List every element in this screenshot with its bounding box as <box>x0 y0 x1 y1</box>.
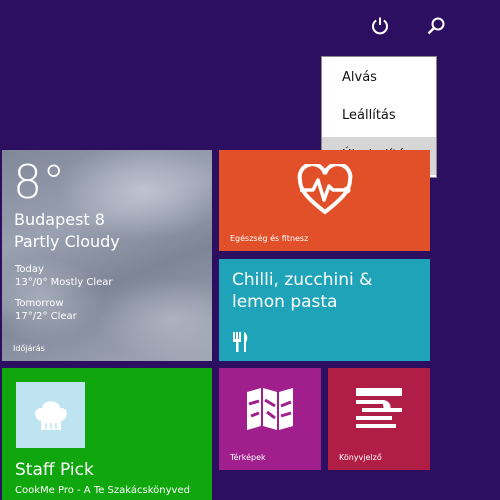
staff-pick-title: Staff Pick <box>15 460 94 480</box>
chef-hat-icon <box>34 401 67 430</box>
health-tile-name: Egészség és fitnesz <box>230 234 309 243</box>
weather-today-forecast: 13°/0° Mostly Clear <box>15 277 113 288</box>
menu-item-shutdown[interactable]: Leállítás <box>322 97 436 135</box>
search-button[interactable] <box>422 12 450 40</box>
chef-hat-image <box>16 382 85 448</box>
weather-today-label: Today <box>15 264 44 275</box>
weather-tile-name: Időjárás <box>13 344 45 353</box>
maps-tile[interactable]: Térképek <box>219 368 321 470</box>
recipe-title: Chilli, zucchini & lemon pasta <box>232 270 373 312</box>
menu-item-sleep[interactable]: Alvás <box>322 59 436 97</box>
recipe-tile[interactable]: Chilli, zucchini & lemon pasta <box>219 259 430 361</box>
power-button[interactable] <box>366 12 394 40</box>
bookmark-tile-name: Könyvjelző <box>339 453 382 462</box>
maps-tile-name: Térképek <box>230 453 266 462</box>
weather-condition: Partly Cloudy <box>14 232 120 251</box>
weather-tile[interactable]: 8° Budapest 8 Partly Cloudy Today 13°/0°… <box>2 150 212 361</box>
heart-pulse-icon <box>297 164 353 215</box>
bookmark-tile[interactable]: Könyvjelző <box>328 368 430 470</box>
map-icon <box>247 388 293 430</box>
staff-pick-tile[interactable]: Staff Pick CookMe Pro - A Te Szakácsköny… <box>2 368 212 500</box>
weather-city: Budapest 8 <box>14 210 105 229</box>
health-fitness-tile[interactable]: Egészség és fitnesz <box>219 150 430 251</box>
staff-pick-subtitle: CookMe Pro - A Te Szakácskönyved <box>15 485 190 496</box>
weather-tomorrow-forecast: 17°/2° Clear <box>15 311 77 322</box>
fork-knife-icon <box>233 332 248 352</box>
weather-temperature: 8° <box>13 155 66 209</box>
bookmark-lines-icon <box>356 388 402 428</box>
search-icon <box>427 17 445 35</box>
weather-tomorrow-label: Tomorrow <box>15 298 64 309</box>
power-icon <box>372 17 388 35</box>
